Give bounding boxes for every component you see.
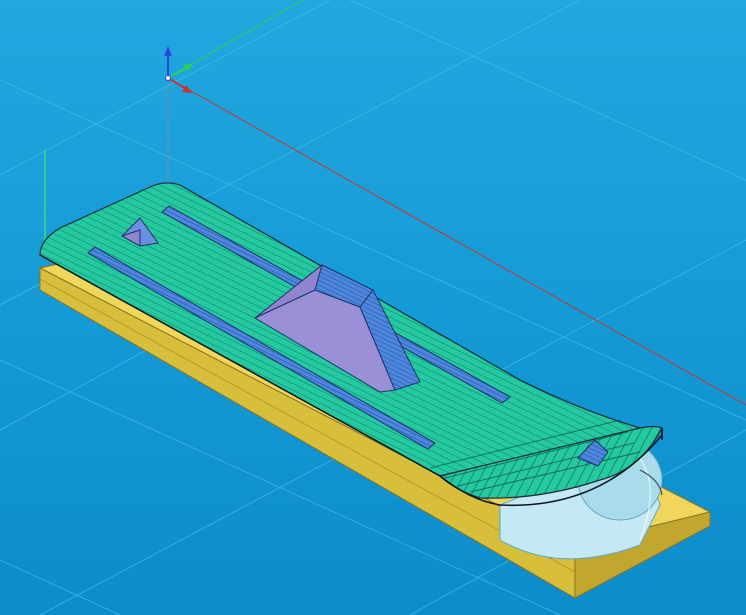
origin-point [165,75,171,81]
local-axes-triad [39,150,46,257]
y-axis-arrow-icon [167,64,193,79]
x-axis-arrow-icon [167,77,192,93]
z-axis-arrow-icon [164,46,172,78]
scene-canvas[interactable] [0,0,746,615]
3d-viewport[interactable] [0,0,746,615]
